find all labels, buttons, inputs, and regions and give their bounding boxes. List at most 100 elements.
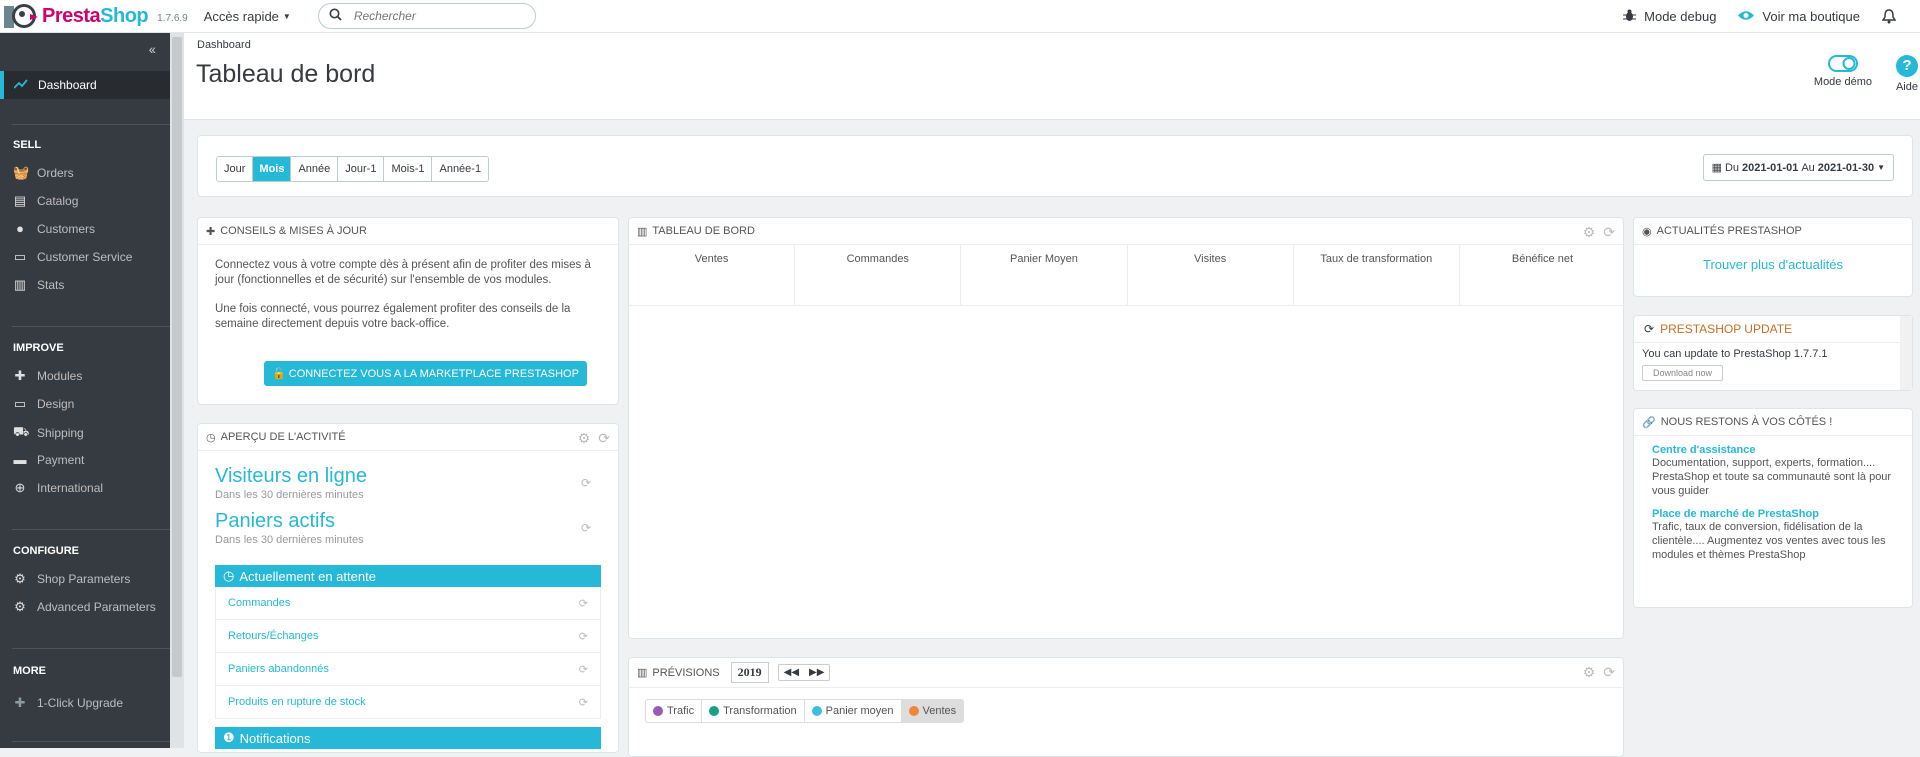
view-shop-link[interactable]: Voir ma boutique xyxy=(1738,9,1860,24)
panel-heading: 🔗 NOUS RESTONS À VOS CÔTÉS ! xyxy=(1634,409,1912,436)
demo-mode-toggle[interactable]: Mode démo xyxy=(1814,55,1872,88)
pending-item-returns[interactable]: Retours/Échanges ⟳ xyxy=(215,620,601,653)
help-item: Centre d'assistance Documentation, suppo… xyxy=(1634,444,1912,498)
help-icon: ? xyxy=(1895,55,1918,77)
loading-spinner-icon: ⟳ xyxy=(578,630,588,643)
update-panel: ⟳ PRESTASHOP UPDATE You can update to Pre… xyxy=(1633,315,1913,391)
period-button-prev-year[interactable]: Année-1 xyxy=(432,157,489,181)
period-button-day[interactable]: Jour xyxy=(217,157,254,181)
period-button-month[interactable]: Mois xyxy=(253,157,292,181)
carts-subtitle: Dans les 30 dernières minutes xyxy=(215,534,364,546)
kpi-tab-net-profit[interactable]: Bénéfice net xyxy=(1460,245,1625,305)
loading-spinner-icon: ⟳ xyxy=(578,696,588,709)
kpi-tab-orders[interactable]: Commandes xyxy=(795,245,962,305)
sidebar-item-1-click-upgrade[interactable]: ✚ 1-Click Upgrade xyxy=(13,695,124,711)
date-from: 2021-01-01 xyxy=(1742,161,1799,174)
quick-access-dropdown[interactable]: Accès rapide ▼ xyxy=(204,9,291,24)
period-button-group: Jour Mois Année Jour-1 Mois-1 Année-1 xyxy=(216,156,490,182)
credit-card-icon: ▬ xyxy=(13,452,27,467)
sidebar-item-catalog[interactable]: ▤ Catalog xyxy=(13,193,79,209)
globe-icon: ⊕ xyxy=(14,480,26,495)
period-button-prev-day[interactable]: Jour-1 xyxy=(338,157,385,181)
sidebar: ‹‹ Dashboard SELL 🧺 Orders ▤ Catalog ● Cust… xyxy=(0,33,170,748)
sidebar-item-stats[interactable]: ▥ Stats xyxy=(13,277,65,293)
refresh-icon[interactable]: ⟳ xyxy=(1603,224,1615,241)
notifications-bell-icon[interactable] xyxy=(1882,9,1896,24)
sidebar-item-payment[interactable]: ▬ Payment xyxy=(13,452,85,467)
sidebar-item-customers[interactable]: ● Customers xyxy=(13,221,95,236)
pending-title: Actuellement en attente xyxy=(239,568,376,584)
tips-text-1: Connectez vous à votre compte dès à prés… xyxy=(215,259,591,286)
sidebar-item-dashboard[interactable]: Dashboard xyxy=(0,71,170,99)
period-button-prev-month[interactable]: Mois-1 xyxy=(384,157,433,181)
store-icon: ▤ xyxy=(13,193,27,208)
bar-chart-icon: ▥ xyxy=(637,667,648,679)
refresh-icon: ⟳ xyxy=(1644,322,1655,336)
sidebar-item-orders[interactable]: 🧺 Orders xyxy=(13,165,74,181)
kpi-tab-visits[interactable]: Visites xyxy=(1128,245,1294,305)
previous-year-icon[interactable]: ◀◀ xyxy=(779,665,804,680)
pending-item-out-of-stock[interactable]: Produits en rupture de stock ⟳ xyxy=(215,686,601,719)
legend-conversion[interactable]: Transformation xyxy=(702,700,805,722)
logo[interactable]: PrestaShop 1.7.6.9 xyxy=(4,2,188,30)
kpi-tab-average-cart[interactable]: Panier Moyen xyxy=(961,245,1128,305)
toggle-icon xyxy=(1827,55,1858,72)
sidebar-item-shipping[interactable]: ⛟ Shipping xyxy=(13,424,84,442)
date-from-label: Du xyxy=(1724,161,1740,174)
marketplace-connect-button[interactable]: 🔓 CONNECTEZ VOUS A LA MARKETPLACE PRESTA… xyxy=(264,361,587,386)
panel-title: NOUS RESTONS À VOS CÔTÉS ! xyxy=(1660,416,1833,428)
marketplace-link[interactable]: Place de marché de PrestaShop xyxy=(1652,508,1894,520)
link-icon: 🔗 xyxy=(1642,416,1656,429)
sidebar-item-international[interactable]: ⊕ International xyxy=(13,480,104,496)
help-center-link[interactable]: Centre d'assistance xyxy=(1652,444,1894,456)
update-scrollbar[interactable] xyxy=(1900,316,1912,390)
kpi-tab-sales[interactable]: Ventes xyxy=(629,245,796,305)
help-button[interactable]: ? Aide xyxy=(1896,55,1918,93)
legend-label: Transformation xyxy=(723,705,797,717)
sidebar-item-label: Orders xyxy=(37,166,74,180)
debug-mode-link[interactable]: Mode debug xyxy=(1623,9,1716,25)
sidebar-item-label: 1-Click Upgrade xyxy=(37,696,124,710)
pending-item-abandoned-carts[interactable]: Paniers abandonnés ⟳ xyxy=(215,653,601,686)
next-year-icon[interactable]: ▶▶ xyxy=(804,665,829,680)
active-carts-link[interactable]: Paniers actifs xyxy=(215,510,364,533)
sidebar-item-label: Stats xyxy=(37,278,65,292)
configure-gear-icon[interactable]: ⚙ xyxy=(578,430,591,447)
legend-traffic[interactable]: Trafic xyxy=(646,700,703,722)
more-news-link[interactable]: Trouver plus d'actualités xyxy=(1634,257,1912,272)
configure-gear-icon[interactable]: ⚙ xyxy=(1583,224,1596,241)
configure-gear-icon[interactable]: ⚙ xyxy=(1583,664,1596,681)
legend-dot xyxy=(653,706,663,716)
sidebar-item-design[interactable]: ▭ Design xyxy=(13,396,75,412)
pending-item-orders[interactable]: Commandes ⟳ xyxy=(215,587,601,620)
eye-icon xyxy=(1738,9,1755,24)
refresh-icon[interactable]: ⟳ xyxy=(1603,664,1615,681)
sidebar-item-shop-parameters[interactable]: ⚙ Shop Parameters xyxy=(13,571,130,587)
sidebar-scrollbar-thumb[interactable] xyxy=(172,37,182,677)
legend-sales[interactable]: Ventes xyxy=(901,700,964,722)
download-now-button[interactable]: Download now xyxy=(1642,365,1724,381)
search-input[interactable] xyxy=(353,9,514,23)
period-button-year[interactable]: Année xyxy=(291,157,339,181)
search-box xyxy=(317,3,536,29)
refresh-icon[interactable]: ⟳ xyxy=(598,430,610,447)
divider xyxy=(12,529,170,530)
loading-spinner-icon: ⟳ xyxy=(581,521,592,535)
kpi-tab-conversion-rate[interactable]: Taux de transformation xyxy=(1294,245,1460,305)
search-icon[interactable] xyxy=(329,8,342,24)
date-to: 2021-01-30 xyxy=(1817,161,1875,174)
date-range-picker[interactable]: ▦ Du 2021-01-01 Au 2021-01-30 ▼ xyxy=(1702,154,1894,181)
help-panel: 🔗 NOUS RESTONS À VOS CÔTÉS ! Centre d'ass… xyxy=(1633,408,1913,608)
divider xyxy=(12,326,170,327)
sidebar-item-advanced-parameters[interactable]: ⚙ Advanced Parameters xyxy=(13,599,156,615)
visitors-online-link[interactable]: Visiteurs en ligne xyxy=(215,465,367,488)
legend-average-cart[interactable]: Panier moyen xyxy=(805,700,902,722)
breadcrumb[interactable]: Dashboard xyxy=(197,39,251,51)
page-header: Dashboard Tableau de bord Mode démo ? Ai… xyxy=(184,33,1920,120)
sidebar-item-customer-service[interactable]: ▭ Customer Service xyxy=(13,249,133,265)
brand-name: PrestaShop xyxy=(42,4,149,27)
list-item-label: Retours/Échanges xyxy=(228,630,319,642)
sidebar-item-label: Shipping xyxy=(37,426,84,440)
sidebar-item-modules[interactable]: ✚ Modules xyxy=(13,368,83,384)
collapse-sidebar-icon[interactable]: ‹‹ xyxy=(149,41,156,57)
